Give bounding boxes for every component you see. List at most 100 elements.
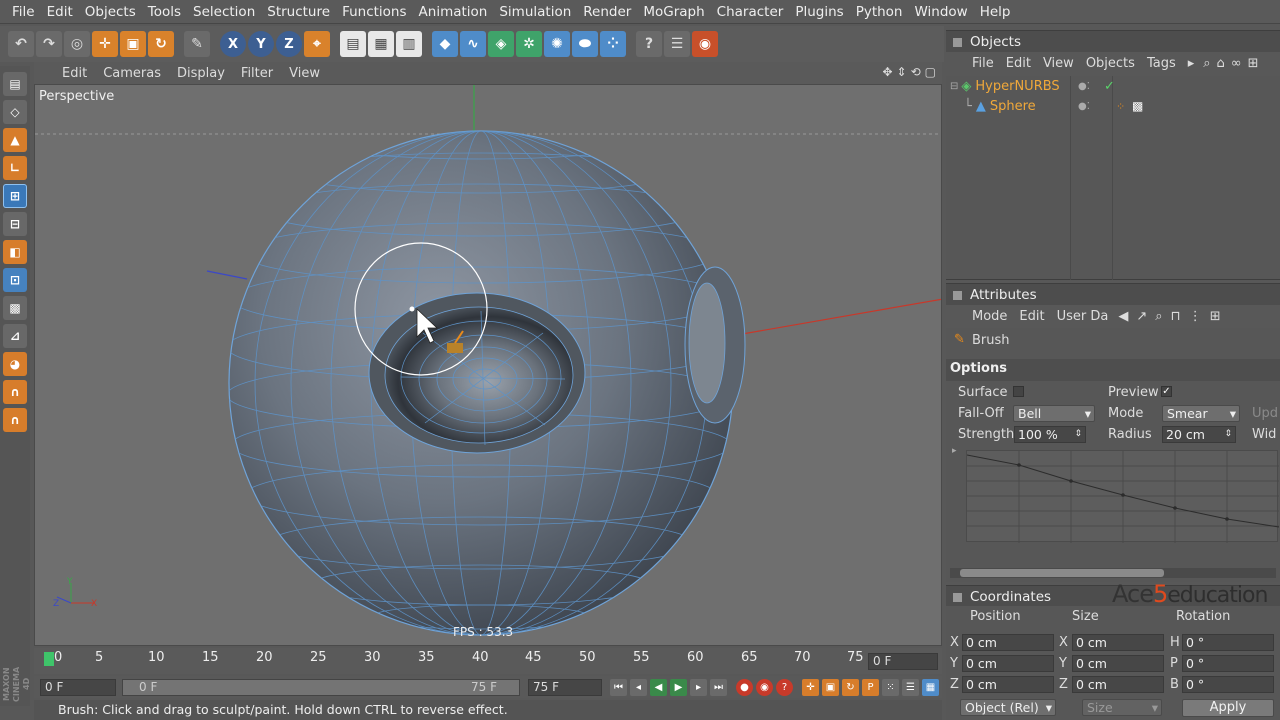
material-tag-icon[interactable]: ▩ [1132, 99, 1143, 113]
play-icon[interactable]: ▶ [670, 679, 687, 696]
texture-mode-icon[interactable]: ▩ [3, 296, 27, 320]
viewport-menu-view[interactable]: View [281, 66, 328, 81]
menu-character[interactable]: Character [711, 4, 790, 20]
menu-selection[interactable]: Selection [187, 4, 261, 20]
uv-mode-icon[interactable]: ⊡ [3, 268, 27, 292]
options-section-header[interactable]: Options [946, 359, 1280, 381]
next-key-icon[interactable]: ▸ [690, 679, 707, 696]
layout-icon[interactable]: ☰ [664, 31, 690, 57]
search-icon[interactable]: ⌕ [1200, 56, 1213, 71]
preview-range-slider[interactable]: 0 F 75 F [122, 679, 520, 696]
menu-python[interactable]: Python [850, 4, 909, 20]
back-arrow-icon[interactable]: ◀ [1114, 309, 1132, 324]
timeline-window-icon[interactable]: ▦ [922, 679, 939, 696]
key-position-icon[interactable]: ✛ [802, 679, 819, 696]
polygons-mode-icon[interactable]: ◧ [3, 240, 27, 264]
timeline-menu-icon[interactable]: ☰ [902, 679, 919, 696]
timeline-ruler[interactable]: 0 5 10 15 20 25 30 35 40 45 50 55 60 65 … [34, 648, 942, 674]
settings-icon[interactable]: ⋮ [1185, 309, 1206, 324]
rotation-p-field[interactable]: 0 ° [1182, 655, 1274, 672]
maximize-view-icon[interactable]: ▢ [925, 65, 936, 79]
menu-tools[interactable]: Tools [142, 4, 187, 20]
enabled-check-icon[interactable]: ✓ [1104, 79, 1115, 94]
stepper-icon[interactable]: ⇕ [1074, 427, 1082, 442]
render-settings-icon[interactable]: ▥ [396, 31, 422, 57]
link-icon[interactable]: ∞ [1228, 56, 1245, 71]
viewport-menu-edit[interactable]: Edit [54, 66, 95, 81]
falloff-curve-graph[interactable] [966, 450, 1280, 543]
attributes-menu-mode[interactable]: Mode [966, 309, 1013, 324]
menu-structure[interactable]: Structure [261, 4, 336, 20]
list-item[interactable]: ⊟ ◈ HyperNURBS ●⁚ ✓ [950, 76, 1115, 96]
points-mode-icon[interactable]: ⊞ [3, 184, 27, 208]
list-item[interactable]: └ ▲ Sphere ●⁚ ⁘ ▩ [964, 96, 1143, 116]
brush-tool-icon[interactable]: ✎ [184, 31, 210, 57]
size-mode-dropdown[interactable]: Size ▾ [1082, 699, 1162, 716]
menu-file[interactable]: File [6, 4, 41, 20]
menu-functions[interactable]: Functions [336, 4, 412, 20]
make-editable-icon[interactable]: ◇ [3, 100, 27, 124]
preview-checkbox[interactable]: ✓ [1161, 386, 1172, 397]
key-parameter-icon[interactable]: P [862, 679, 879, 696]
array-icon[interactable]: ✲ [516, 31, 542, 57]
timeline-playhead[interactable] [44, 652, 54, 666]
object-axis-icon[interactable]: ∟ [3, 156, 27, 180]
home-icon[interactable]: ⌂ [1214, 56, 1228, 71]
current-frame-field[interactable]: 0 F [868, 653, 938, 670]
coordinate-system-icon[interactable]: ⌖ [304, 31, 330, 57]
keyframe-selection-icon[interactable]: ? [776, 679, 793, 696]
object-name[interactable]: Sphere [990, 99, 1036, 114]
record-icon[interactable]: ● [736, 679, 753, 696]
redo-icon[interactable]: ↷ [36, 31, 62, 57]
forward-arrow-icon[interactable]: ↗ [1132, 309, 1151, 324]
coordinate-mode-dropdown[interactable]: Object (Rel) ▾ [960, 699, 1056, 716]
render-picture-viewer-icon[interactable]: ▦ [368, 31, 394, 57]
y-axis-lock-button[interactable]: Y [248, 31, 274, 57]
stepper-icon[interactable]: ⇕ [1224, 427, 1232, 442]
attributes-menu-userdata[interactable]: User Da [1051, 309, 1115, 324]
search-icon[interactable]: ⌕ [1151, 309, 1166, 324]
spline-pen-icon[interactable]: ∿ [460, 31, 486, 57]
objects-menu-edit[interactable]: Edit [1000, 56, 1037, 71]
falloff-dropdown[interactable]: Bell ▾ [1013, 405, 1095, 422]
model-mode-icon[interactable]: ▲ [3, 128, 27, 152]
strength-field[interactable]: 100 % ⇕ [1014, 426, 1086, 443]
step-back-icon[interactable]: ◀ [650, 679, 667, 696]
menu-simulation[interactable]: Simulation [493, 4, 577, 20]
objects-menu-view[interactable]: View [1037, 56, 1080, 71]
size-x-field[interactable]: 0 cm [1072, 634, 1164, 651]
magnet-icon[interactable]: ∩ [3, 380, 27, 404]
lock-icon[interactable]: ⊓ [1167, 309, 1185, 324]
menu-objects[interactable]: Objects [79, 4, 142, 20]
size-y-field[interactable]: 0 cm [1072, 655, 1164, 672]
position-z-field[interactable]: 0 cm [962, 676, 1054, 693]
attributes-menu-edit[interactable]: Edit [1013, 309, 1050, 324]
collapse-icon[interactable]: ⊟ [950, 81, 958, 92]
z-axis-lock-button[interactable]: Z [276, 31, 302, 57]
key-scale-icon[interactable]: ▣ [822, 679, 839, 696]
rotate-tool-icon[interactable]: ↻ [148, 31, 174, 57]
viewport-icon[interactable]: ▤ [3, 72, 27, 96]
new-panel-icon[interactable]: ⊞ [1206, 309, 1225, 324]
expand-arrow-icon[interactable]: ▸ [952, 446, 957, 456]
objects-menu-objects[interactable]: Objects [1080, 56, 1141, 71]
perspective-viewport[interactable]: Y Z X Perspective FPS : 53.3 [34, 84, 942, 646]
nurbs-icon[interactable]: ◈ [488, 31, 514, 57]
menu-plugins[interactable]: Plugins [789, 4, 849, 20]
end-frame-field[interactable]: 75 F [528, 679, 602, 696]
rotate-view-icon[interactable]: ⟲ [911, 65, 921, 79]
viewport-menu-cameras[interactable]: Cameras [95, 66, 169, 81]
visibility-dots-icon[interactable]: ●⁚ [1078, 81, 1090, 92]
phong-tag-icon[interactable]: ⁘ [1116, 100, 1125, 113]
viewport-menu-display[interactable]: Display [169, 66, 233, 81]
goto-start-icon[interactable]: ⏮ [610, 679, 627, 696]
position-x-field[interactable]: 0 cm [962, 634, 1054, 651]
position-y-field[interactable]: 0 cm [962, 655, 1054, 672]
menu-edit[interactable]: Edit [41, 4, 79, 20]
new-panel-icon[interactable]: ⊞ [1245, 56, 1262, 71]
prev-key-icon[interactable]: ◂ [630, 679, 647, 696]
rotation-b-field[interactable]: 0 ° [1182, 676, 1274, 693]
scene-icon[interactable]: ⬬ [572, 31, 598, 57]
rotation-h-field[interactable]: 0 ° [1182, 634, 1274, 651]
workplane-icon[interactable]: ⊿ [3, 324, 27, 348]
